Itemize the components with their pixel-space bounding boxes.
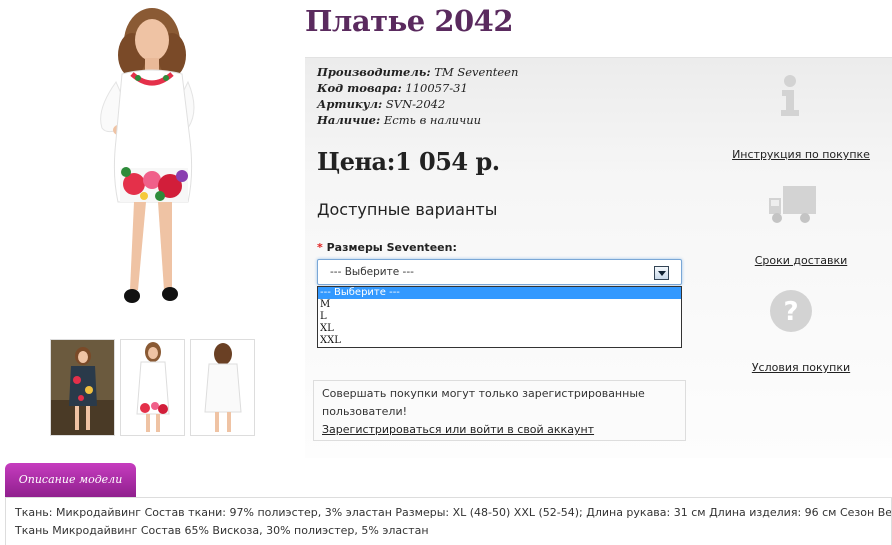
- size-select-value: --- Выберите ---: [330, 266, 414, 278]
- side-item-delivery: Сроки доставки: [715, 254, 887, 267]
- notice-text-2: пользователи!: [322, 405, 408, 418]
- size-option[interactable]: M: [318, 299, 681, 311]
- side-item-instruction: Инструкция по покупке: [715, 148, 887, 161]
- thumbnail-2[interactable]: [120, 339, 185, 436]
- product-info-panel: Производитель: TM Seventeen Код товара: …: [305, 57, 892, 458]
- meta-label: Наличие:: [317, 113, 381, 127]
- side-item-terms: Условия покупки: [715, 361, 887, 374]
- meta-value: SVN-2042: [385, 97, 446, 111]
- chevron-down-icon[interactable]: [654, 266, 669, 280]
- meta-availability: Наличие: Есть в наличии: [317, 112, 518, 128]
- size-option[interactable]: L: [318, 311, 681, 323]
- truck-icon[interactable]: [767, 184, 817, 226]
- main-product-photo[interactable]: [52, 0, 250, 330]
- terms-link[interactable]: Условия покупки: [752, 361, 850, 374]
- svg-text:?: ?: [783, 297, 798, 327]
- meta-article: Артикул: SVN-2042: [317, 96, 518, 112]
- thumbnail-1[interactable]: [50, 339, 115, 436]
- meta-label: Производитель:: [317, 65, 431, 79]
- description-line-1: Ткань: Микродайвинг Состав ткани: 97% по…: [15, 506, 892, 519]
- register-login-link[interactable]: Зарегистрироваться или войти в свой акка…: [322, 423, 594, 436]
- size-option[interactable]: XL: [318, 323, 681, 335]
- meta-value: TM Seventeen: [434, 65, 519, 79]
- size-option[interactable]: XXL: [318, 335, 681, 347]
- meta-label: Артикул:: [317, 97, 383, 111]
- notice-text-1: Совершать покупки могут только зарегистр…: [322, 387, 645, 400]
- meta-label: Код товара:: [317, 81, 402, 95]
- meta-code: Код товара: 110057-31: [317, 80, 518, 96]
- price: Цена:1 054 р.: [317, 147, 500, 176]
- delivery-link[interactable]: Сроки доставки: [755, 254, 848, 267]
- meta-manufacturer: Производитель: TM Seventeen: [317, 64, 518, 80]
- info-icon[interactable]: [779, 74, 801, 118]
- thumbnail-strip: [50, 339, 255, 437]
- product-meta: Производитель: TM Seventeen Код товара: …: [317, 64, 518, 128]
- options-heading: Доступные варианты: [317, 200, 498, 219]
- size-label: * Размеры Seventeen:: [317, 241, 457, 254]
- size-option[interactable]: --- Выберите ---: [318, 287, 681, 299]
- instruction-link[interactable]: Инструкция по покупке: [732, 148, 870, 161]
- size-select[interactable]: --- Выберите ---: [317, 259, 682, 285]
- size-label-text: Размеры Seventeen:: [326, 241, 457, 254]
- thumbnail-3[interactable]: [190, 339, 255, 436]
- meta-value: 110057-31: [405, 81, 468, 95]
- meta-value: Есть в наличии: [383, 113, 482, 127]
- question-icon[interactable]: ?: [769, 289, 813, 333]
- page-title: Платье 2042: [305, 4, 514, 38]
- size-dropdown-list: --- Выберите --- M L XL XXL: [317, 286, 682, 348]
- model-description: Ткань: Микродайвинг Состав ткани: 97% по…: [5, 497, 892, 545]
- tab-model-description[interactable]: Описание модели: [5, 463, 136, 498]
- required-mark: *: [317, 241, 323, 254]
- registration-notice: Совершать покупки могут только зарегистр…: [313, 380, 686, 441]
- description-line-2: Ткань Микродайвинг Состав 65% Вискоза, 3…: [15, 524, 429, 537]
